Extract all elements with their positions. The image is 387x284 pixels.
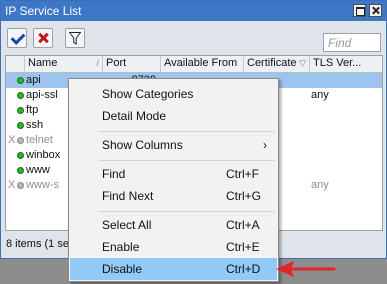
status-dot-icon: [17, 182, 24, 189]
submenu-chevron-icon: ›: [263, 138, 267, 152]
col-available-from-header[interactable]: Available From: [161, 56, 244, 72]
menu-separator: [99, 160, 275, 161]
find-input[interactable]: [323, 33, 381, 52]
status-dot-icon: [17, 122, 24, 129]
menu-item-show-categories[interactable]: Show Categories: [70, 83, 277, 105]
status-dot-icon: [17, 137, 24, 144]
status-dot-icon: [17, 167, 24, 174]
service-tls-version: any: [311, 179, 329, 191]
status-dot-icon: [17, 107, 24, 114]
col-name-header[interactable]: Name /: [25, 56, 103, 72]
window-title: IP Service List: [5, 4, 82, 18]
menu-item-find-next[interactable]: Find Next Ctrl+G: [70, 185, 277, 207]
status-dot-icon: [17, 77, 24, 84]
service-tls-version: any: [311, 89, 329, 101]
menu-item-select-all[interactable]: Select All Ctrl+A: [70, 214, 277, 236]
disable-cross-icon[interactable]: [33, 28, 53, 48]
col-certificate-header[interactable]: Certificate ▽: [244, 56, 310, 72]
maximize-icon[interactable]: [353, 4, 366, 17]
table-header: Name / Port Available From Certificate ▽ T…: [6, 56, 382, 73]
menu-separator: [99, 131, 275, 132]
toolbar: [1, 21, 386, 55]
menu-item-show-columns[interactable]: Show Columns ›: [70, 134, 277, 156]
menu-item-enable[interactable]: Enable Ctrl+E: [70, 236, 277, 258]
menu-item-detail-mode[interactable]: Detail Mode: [70, 105, 277, 127]
close-icon[interactable]: [369, 4, 382, 17]
enable-check-icon[interactable]: [7, 28, 27, 48]
col-mark-header[interactable]: [6, 56, 25, 72]
red-arrow-icon: [276, 261, 336, 277]
col-tls-version-header[interactable]: TLS Ver...: [310, 56, 382, 72]
status-dot-icon: [17, 152, 24, 159]
status-dot-icon: [17, 92, 24, 99]
menu-item-disable[interactable]: Disable Ctrl+D: [70, 258, 277, 280]
filter-icon[interactable]: [65, 28, 85, 48]
context-menu: Show Categories Detail Mode Show Columns…: [68, 78, 279, 282]
sort-arrow-icon: ▽: [299, 58, 306, 68]
title-bar[interactable]: IP Service List: [1, 1, 386, 21]
col-port-header[interactable]: Port: [103, 56, 161, 72]
sort-arrow-icon: /: [96, 58, 99, 68]
menu-separator: [99, 211, 275, 212]
menu-item-find[interactable]: Find Ctrl+F: [70, 163, 277, 185]
